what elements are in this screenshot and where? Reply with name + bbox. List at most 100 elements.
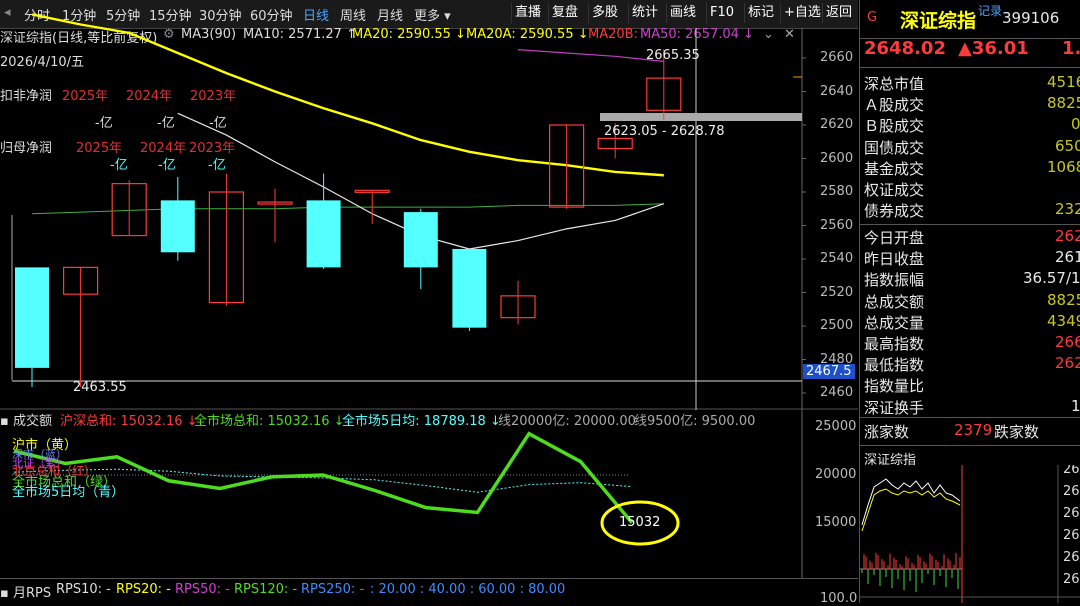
candle-body: [403, 212, 438, 268]
price-chart[interactable]: [0, 0, 858, 410]
mini-tick-label: 26: [1063, 484, 1080, 499]
quote-price: 2648.02: [864, 38, 946, 59]
quote-row: 深证换手 1: [864, 397, 1080, 418]
candle: [111, 180, 147, 237]
quote-row-value: 261: [1055, 248, 1080, 267]
down-count-label: 跌家数: [994, 423, 1040, 441]
price-tick-label: 2540: [820, 251, 854, 266]
quote-row-label: 指数振幅: [864, 271, 925, 290]
rps50-label: RPS50: -: [175, 582, 230, 597]
mini-avg-line: [861, 488, 961, 532]
quote-row-label: Ａ股成交: [864, 96, 925, 115]
net-profit-label: 扣非净润: [0, 89, 53, 104]
quote-pct: 1.: [1062, 38, 1080, 59]
volume-tick-label: 25000: [815, 419, 857, 434]
quote-row-label: Ｂ股成交: [864, 117, 925, 136]
year-2024-label: 2024年: [126, 89, 173, 104]
price-tick-label: 2640: [820, 83, 854, 99]
quote-row-label: 总成交额: [864, 292, 925, 311]
quote-row: 权证成交: [864, 179, 1080, 200]
quote-row-value: 8825: [1047, 290, 1080, 309]
rps-levels-label: : 20.00 : 40.00 : 60.00 : 80.00: [370, 582, 566, 597]
volume-title: ▪ 成交额: [0, 414, 52, 429]
range-highlight-bar: [600, 113, 802, 121]
candle: [452, 248, 487, 332]
candle-body: [306, 200, 341, 268]
divider: [860, 445, 1080, 446]
rps10-label: RPS10: -: [56, 582, 111, 597]
quote-code: 399106: [1002, 9, 1060, 27]
price-tick-label: 2560: [820, 217, 854, 233]
net-profit-value-2024: -亿: [157, 116, 175, 131]
quote-row-label: 昨日收盘: [864, 250, 925, 269]
divider: [860, 417, 1080, 418]
quote-row: Ａ股成交 8825: [864, 94, 1080, 115]
candle-body: [452, 248, 487, 328]
mini-tick-label: 26: [1063, 465, 1080, 477]
line20000-label: 线20000亿: 20000.00: [498, 414, 636, 429]
quote-row-value: 266: [1055, 333, 1080, 351]
quote-row: 最低指数 262: [864, 354, 1080, 375]
quote-row: 国债成交 650: [864, 137, 1080, 158]
g-badge-icon: G: [867, 10, 878, 25]
quote-row-value: 4516: [1047, 73, 1080, 91]
quote-row: 指数量比: [864, 375, 1080, 396]
quote-row: 指数振幅 36.57/1: [864, 269, 1080, 290]
quote-row-value: 0: [1071, 115, 1080, 134]
mini-tick-label: 26: [1063, 572, 1080, 587]
volume-chart[interactable]: [0, 410, 858, 578]
candle: [306, 173, 341, 270]
mini-tick-label: 26: [1063, 528, 1080, 543]
market-total-label: 全市场总和: 15032.16 ↓: [194, 414, 345, 429]
parent-profit-value-2023: -亿: [208, 158, 226, 173]
rps250-label: RPS250: -: [301, 582, 365, 597]
rps-axis-label: 100.0: [820, 591, 858, 606]
quote-row-label: 最高指数: [864, 335, 925, 353]
quote-row-label: 深总市值: [864, 75, 925, 93]
ma-green-line: [31, 203, 664, 215]
quote-row-value: 36.57/1: [1023, 269, 1080, 288]
candle: [257, 188, 293, 243]
volume-tick-label: 15000: [815, 515, 857, 530]
quote-row: Ｂ股成交 0: [864, 115, 1080, 136]
quote-row: 总成交额 8825: [864, 291, 1080, 312]
quote-row-value: 1068: [1047, 157, 1080, 176]
quote-row: 昨日收盘 261: [864, 248, 1080, 269]
year-2025-label: 2025年: [62, 89, 109, 104]
quote-row-label: 基金成交: [864, 159, 925, 178]
mini-price-line: [861, 478, 961, 526]
divider: [860, 67, 1080, 68]
record-link[interactable]: 记录: [978, 2, 1002, 19]
up-count-value: 2379: [954, 421, 993, 439]
quote-row: 深总市值 4516: [864, 73, 1080, 94]
quote-row: 最高指数 266: [864, 333, 1080, 354]
candle-body: [160, 200, 195, 253]
quote-row-label: 债券成交: [864, 202, 925, 221]
parent-profit-value-2025: -亿: [110, 158, 128, 173]
divider: [860, 224, 1080, 225]
parent-profit-value-2024: -亿: [158, 158, 176, 173]
mini-tick-label: 26: [1063, 506, 1080, 521]
price-tick-label: 2480: [820, 351, 854, 367]
legend-market-5d: 全市场5日均（青）: [12, 485, 125, 500]
quote-row-value: 262: [1055, 227, 1080, 245]
quote-title: 深证综指: [900, 10, 977, 32]
candle-body: [15, 267, 49, 368]
mini-intraday-chart[interactable]: 26 26 26 26 26 26: [860, 465, 1080, 603]
quote-row: 今日开盘 262: [864, 227, 1080, 248]
rps20-label: RPS20: -: [116, 582, 171, 597]
quote-row-label: 总成交量: [864, 313, 925, 332]
quote-header: G 深证综指 记录 399106: [860, 0, 1080, 39]
volume-tick-label: 20000: [815, 467, 857, 482]
candle: [160, 176, 195, 261]
high-price-label: 2665.35: [646, 48, 700, 63]
price-tick-label: 2500: [820, 318, 854, 333]
mini-tick-label: 26: [1063, 550, 1080, 565]
price-tick-label: 2460: [820, 385, 854, 400]
net-profit-value-2023: -亿: [209, 116, 227, 131]
parent-profit-label: 归母净润: [0, 141, 53, 156]
candle: [403, 208, 438, 290]
quote-row: 债券成交 232: [864, 200, 1080, 221]
quote-row: 基金成交 1068: [864, 158, 1080, 179]
price-tick-label: 2600: [820, 150, 854, 166]
